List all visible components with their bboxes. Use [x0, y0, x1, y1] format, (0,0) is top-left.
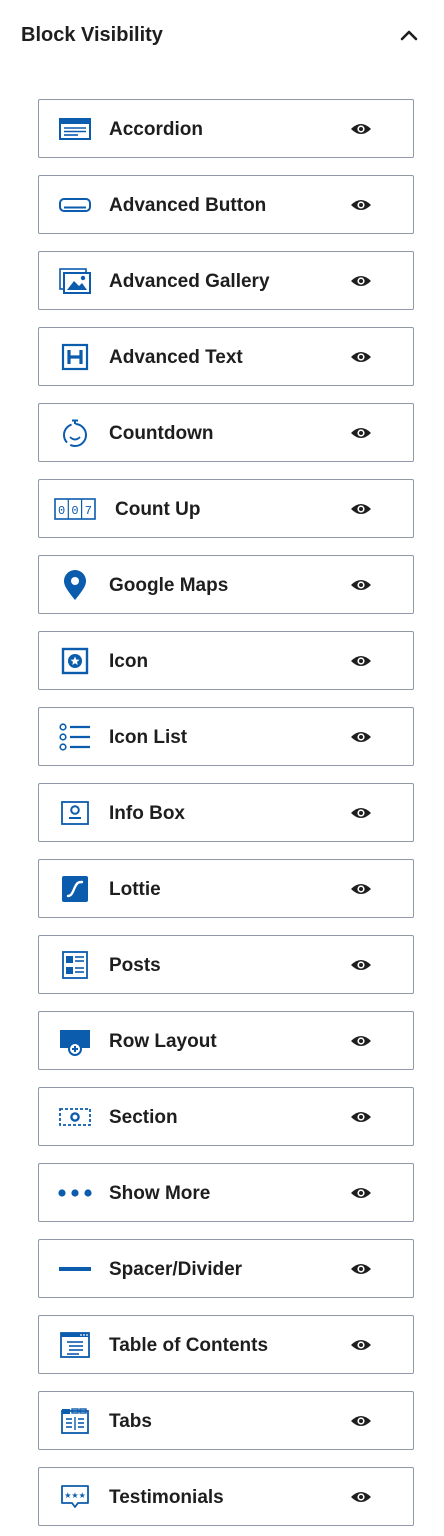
block-row-posts[interactable]: Posts: [38, 935, 414, 994]
block-label: Advanced Text: [109, 347, 243, 368]
block-label: Lottie: [109, 879, 161, 900]
spacer-divider-icon: [57, 1252, 93, 1286]
block-label: Icon List: [109, 727, 188, 748]
block-label: Google Maps: [109, 575, 229, 596]
block-label: Info Box: [109, 803, 185, 824]
block-row-icon[interactable]: Icon: [38, 631, 414, 690]
eye-icon[interactable]: [349, 421, 373, 445]
eye-icon[interactable]: [349, 1409, 373, 1433]
eye-icon[interactable]: [349, 1029, 373, 1053]
eye-icon[interactable]: [349, 497, 373, 521]
eye-icon[interactable]: [349, 117, 373, 141]
block-label: Table of Contents: [109, 1335, 269, 1356]
eye-icon[interactable]: [349, 1181, 373, 1205]
block-row-countdown[interactable]: Countdown: [38, 403, 414, 462]
block-row-accordion[interactable]: Accordion: [38, 99, 414, 158]
table-of-contents-icon: [57, 1328, 93, 1362]
eye-icon[interactable]: [349, 1485, 373, 1509]
testimonials-icon: ★★★: [57, 1480, 93, 1514]
block-row-spacer-divider[interactable]: Spacer/Divider: [38, 1239, 414, 1298]
block-row-advanced-gallery[interactable]: Advanced Gallery: [38, 251, 414, 310]
block-label: Section: [109, 1107, 178, 1128]
section-icon: [57, 1100, 93, 1134]
block-label: Count Up: [115, 499, 201, 520]
block-label: Row Layout: [109, 1031, 217, 1052]
block-label: Show More: [109, 1183, 211, 1204]
block-label: Accordion: [109, 119, 203, 140]
eye-icon[interactable]: [349, 573, 373, 597]
block-label: Testimonials: [109, 1487, 224, 1508]
block-row-info-box[interactable]: Info Box: [38, 783, 414, 842]
eye-icon[interactable]: [349, 725, 373, 749]
count-up-icon: 0 0 7: [53, 492, 97, 526]
eye-icon[interactable]: [349, 953, 373, 977]
eye-icon[interactable]: [349, 649, 373, 673]
eye-icon[interactable]: [349, 345, 373, 369]
icon-list-icon: [57, 720, 93, 754]
countdown-icon: [57, 416, 93, 450]
block-row-section[interactable]: Section: [38, 1087, 414, 1146]
block-label: Posts: [109, 955, 161, 976]
advanced-text-icon: [57, 340, 93, 374]
eye-icon[interactable]: [349, 269, 373, 293]
block-label: Advanced Gallery: [109, 271, 270, 292]
svg-text:★★★: ★★★: [64, 1491, 86, 1500]
eye-icon[interactable]: [349, 1105, 373, 1129]
google-maps-icon: [57, 568, 93, 602]
block-row-advanced-button[interactable]: Advanced Button: [38, 175, 414, 234]
accordion-icon: [57, 112, 93, 146]
block-visibility-list: Accordion Advanced Button Advanced Galle…: [0, 0, 444, 1536]
block-label: Advanced Button: [109, 195, 267, 216]
block-label: Icon: [109, 651, 149, 672]
info-box-icon: [57, 796, 93, 830]
eye-icon[interactable]: [349, 193, 373, 217]
block-label: Spacer/Divider: [109, 1259, 243, 1280]
block-row-count-up[interactable]: 0 0 7 Count Up: [38, 479, 414, 538]
advanced-gallery-icon: [57, 264, 93, 298]
eye-icon[interactable]: [349, 1333, 373, 1357]
block-row-advanced-text[interactable]: Advanced Text: [38, 327, 414, 386]
eye-icon[interactable]: [349, 801, 373, 825]
block-row-testimonials[interactable]: ★★★ Testimonials: [38, 1467, 414, 1526]
row-layout-icon: [57, 1024, 93, 1058]
block-row-icon-list[interactable]: Icon List: [38, 707, 414, 766]
block-label: Tabs: [109, 1411, 152, 1432]
block-row-row-layout[interactable]: Row Layout: [38, 1011, 414, 1070]
block-row-google-maps[interactable]: Google Maps: [38, 555, 414, 614]
eye-icon[interactable]: [349, 1257, 373, 1281]
block-row-show-more[interactable]: Show More: [38, 1163, 414, 1222]
block-row-table-of-contents[interactable]: Table of Contents: [38, 1315, 414, 1374]
svg-text:7: 7: [85, 504, 92, 518]
tabs-icon: [57, 1404, 93, 1438]
svg-text:0: 0: [58, 504, 65, 518]
block-row-lottie[interactable]: Lottie: [38, 859, 414, 918]
advanced-button-icon: [57, 188, 93, 222]
show-more-icon: [57, 1176, 93, 1210]
svg-text:0: 0: [71, 504, 78, 518]
lottie-icon: [57, 872, 93, 906]
posts-icon: [57, 948, 93, 982]
block-row-tabs[interactable]: Tabs: [38, 1391, 414, 1450]
block-label: Countdown: [109, 423, 214, 444]
icon-block-icon: [57, 644, 93, 678]
eye-icon[interactable]: [349, 877, 373, 901]
